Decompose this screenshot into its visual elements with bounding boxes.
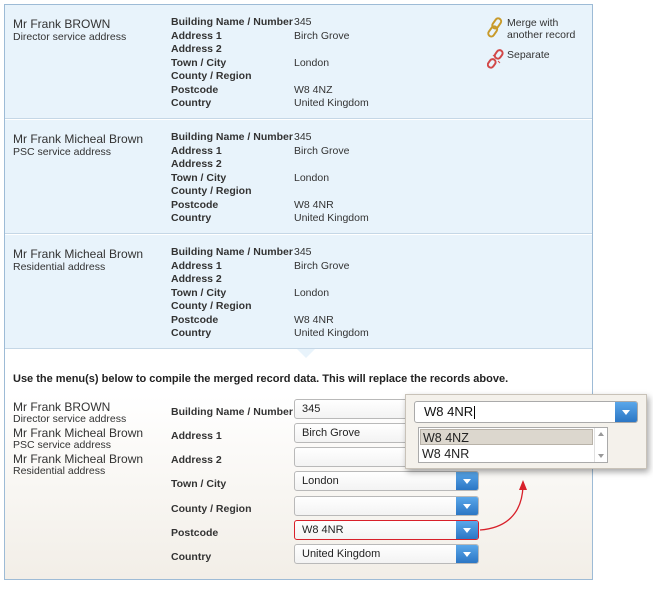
field-label: Postcode (171, 199, 219, 211)
field-label: County / Region (171, 185, 252, 197)
merge-field-label: Postcode (171, 527, 219, 539)
field-value: United Kingdom (294, 212, 369, 224)
field-value: London (294, 172, 330, 184)
select-value: United Kingdom (302, 548, 381, 560)
field-value: 345 (294, 246, 312, 258)
field-label: Town / City (171, 57, 227, 69)
field-value: 345 (294, 16, 312, 28)
field-label: Postcode (171, 314, 219, 326)
field-value: United Kingdom (294, 97, 369, 109)
postcode-options-list: W8 4NZ W8 4NR (418, 427, 608, 463)
field-label: Town / City (171, 172, 227, 184)
postcode-dropdown-callout: W8 4NR W8 4NZ W8 4NR (405, 394, 647, 469)
field-value: Birch Grove (294, 30, 350, 42)
select-value: W8 4NR (302, 524, 344, 536)
field-value: London (294, 57, 330, 69)
postcode-option[interactable]: W8 4NZ (420, 429, 593, 445)
merge-panel: Mr Frank BROWN Director service address … (4, 4, 593, 580)
record-type: PSC service address (13, 146, 112, 158)
field-label: Town / City (171, 287, 227, 299)
field-value: Birch Grove (294, 145, 350, 157)
field-value: W8 4NZ (294, 84, 333, 96)
field-label: Address 1 (171, 260, 222, 272)
merge-field-label: Address 1 (171, 430, 222, 442)
merge-field-label: Building Name / Number (171, 406, 293, 418)
merge-person-type: Director service address (13, 413, 127, 425)
merge-with-another-record-link[interactable]: Merge with another record (487, 17, 575, 41)
scroll-down-icon[interactable] (598, 454, 604, 458)
merge-person-name: Mr Frank Micheal Brown (13, 452, 144, 466)
country-select[interactable]: United Kingdom (294, 544, 479, 564)
field-value: United Kingdom (294, 327, 369, 339)
field-label: Address 2 (171, 273, 222, 285)
field-value: W8 4NR (294, 314, 334, 326)
select-value: Birch Grove (302, 427, 361, 439)
field-label: Country (171, 212, 212, 224)
merge-field-label: Town / City (171, 478, 227, 490)
field-label: Address 2 (171, 158, 222, 170)
broken-link-icon (487, 49, 504, 69)
field-label: Country (171, 97, 212, 109)
record-residential: Mr Frank Micheal Brown Residential addre… (5, 235, 592, 349)
text-cursor (474, 406, 476, 420)
merge-field-label: Address 2 (171, 454, 222, 466)
merge-person-name: Mr Frank BROWN (13, 400, 111, 414)
field-label: Country (171, 327, 212, 339)
dropdown-arrow-icon[interactable] (456, 497, 478, 515)
scroll-up-icon[interactable] (598, 432, 604, 436)
field-value: W8 4NR (294, 199, 334, 211)
chain-link-icon (487, 17, 503, 38)
merge-person-type: Residential address (13, 465, 106, 477)
field-label: County / Region (171, 300, 252, 312)
postcode-option[interactable]: W8 4NR (420, 446, 593, 462)
record-name: Mr Frank Micheal Brown (13, 247, 144, 261)
record-director: Mr Frank BROWN Director service address … (5, 5, 592, 119)
dropdown-arrow-icon[interactable] (456, 521, 478, 539)
field-label: Postcode (171, 84, 219, 96)
record-type: Residential address (13, 261, 106, 273)
record-psc: Mr Frank Micheal Brown PSC service addre… (5, 120, 592, 234)
merge-field-label: County / Region (171, 503, 252, 515)
field-label: County / Region (171, 70, 252, 82)
field-label: Address 2 (171, 43, 222, 55)
dropdown-arrow-icon[interactable] (456, 472, 478, 490)
record-name: Mr Frank BROWN (13, 17, 111, 31)
combo-value: W8 4NR (424, 404, 474, 419)
field-value: 345 (294, 131, 312, 143)
record-name: Mr Frank Micheal Brown (13, 132, 144, 146)
field-label: Building Name / Number (171, 16, 293, 28)
separate-link[interactable]: Separate (487, 49, 550, 69)
dropdown-arrow-icon[interactable] (615, 402, 637, 422)
postcode-combo[interactable]: W8 4NR (414, 401, 638, 423)
merge-person-name: Mr Frank Micheal Brown (13, 426, 144, 440)
field-label: Building Name / Number (171, 246, 293, 258)
merge-instruction: Use the menu(s) below to compile the mer… (13, 373, 509, 385)
postcode-select[interactable]: W8 4NR (294, 520, 479, 540)
town-select[interactable]: London (294, 471, 479, 491)
field-label: Address 1 (171, 30, 222, 42)
field-value: London (294, 287, 330, 299)
merge-field-label: Country (171, 551, 212, 563)
select-value: 345 (302, 403, 321, 415)
county-select[interactable] (294, 496, 479, 516)
record-type: Director service address (13, 31, 127, 43)
list-scrollbar[interactable] (594, 428, 607, 462)
field-value: Birch Grove (294, 260, 350, 272)
dropdown-arrow-icon[interactable] (456, 545, 478, 563)
field-label: Address 1 (171, 145, 222, 157)
merge-person-type: PSC service address (13, 439, 112, 451)
section-pointer (297, 349, 315, 358)
select-value: London (302, 475, 339, 487)
field-label: Building Name / Number (171, 131, 293, 143)
